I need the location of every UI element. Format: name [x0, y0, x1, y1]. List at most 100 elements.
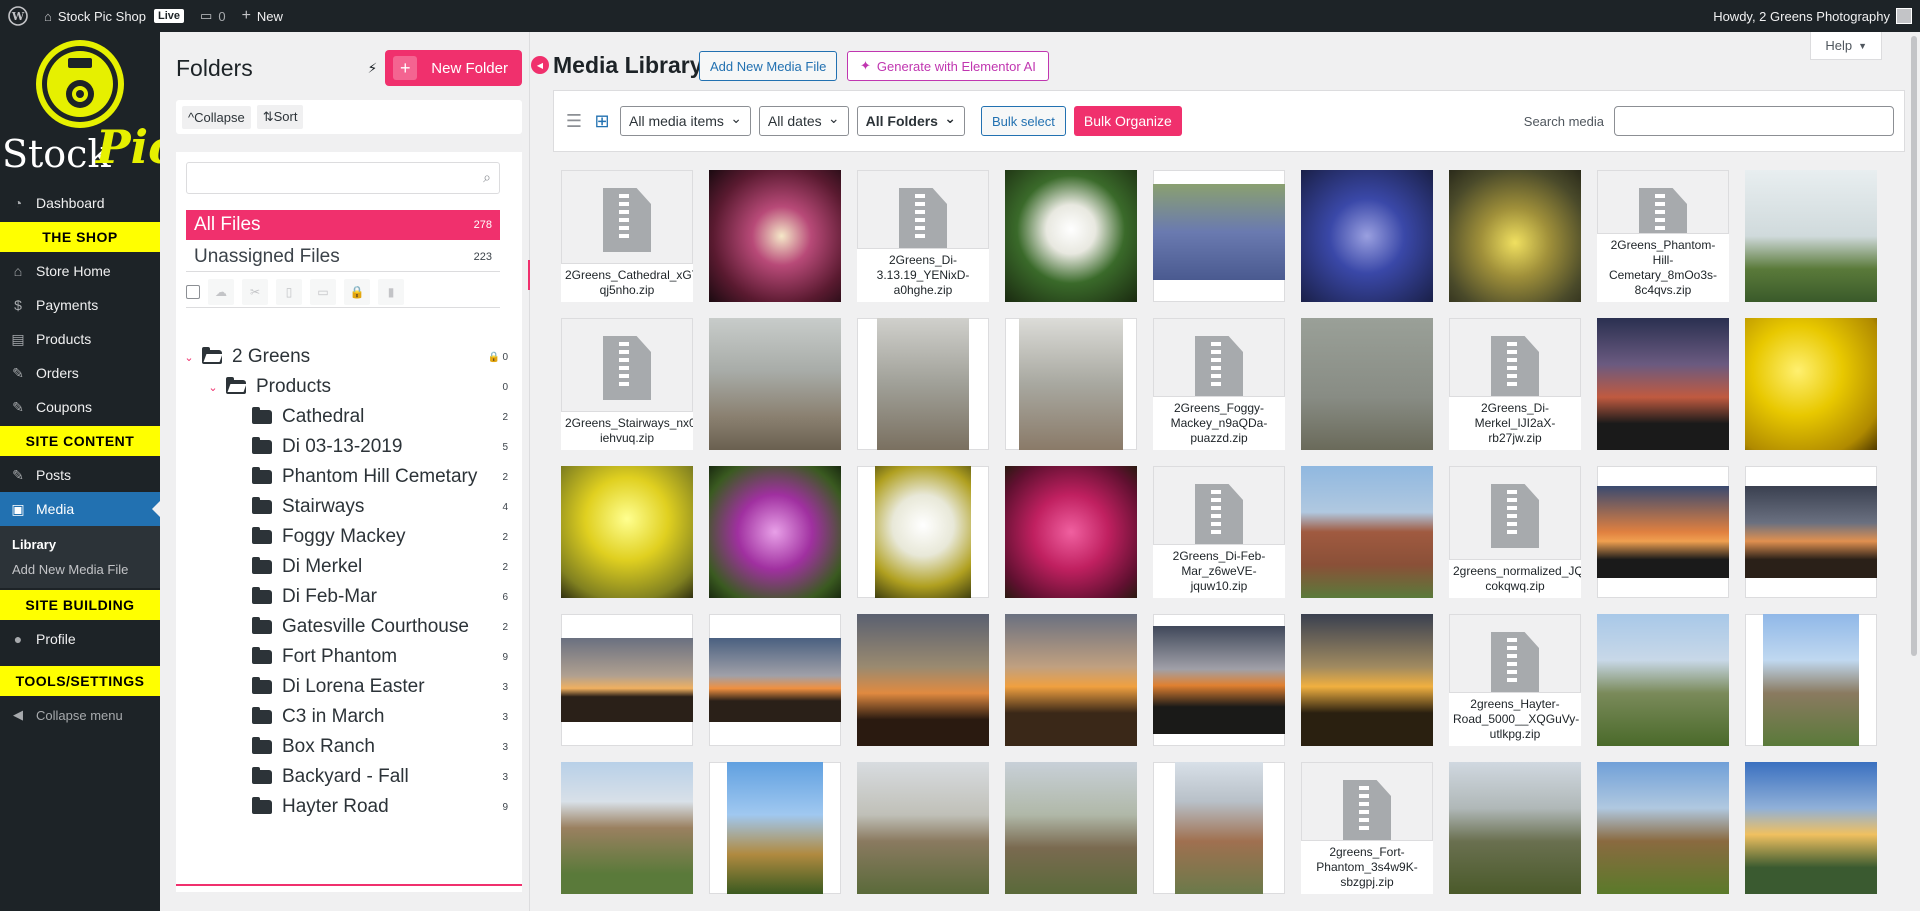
attachment-thumbnail[interactable]: [1153, 762, 1285, 894]
attachment-thumbnail[interactable]: [1153, 170, 1285, 302]
attachment-zip[interactable]: 2Greens_Di-3.13.19_YENixD-a0hghe.zip: [857, 170, 989, 302]
attachment-thumbnail[interactable]: [1597, 762, 1729, 894]
attachment-zip[interactable]: 2Greens_Stairways_nx0lnk-iehvuq.zip: [561, 318, 693, 450]
stock-pic-logo[interactable]: Stock Pic: [0, 32, 176, 178]
attachment-thumbnail[interactable]: [1597, 318, 1729, 450]
folder-item[interactable]: Foggy Mackey 2: [176, 522, 522, 552]
folder-item[interactable]: Cathedral 2: [176, 402, 522, 432]
folder-item[interactable]: Di 03-13-2019 5: [176, 432, 522, 462]
attachment-thumbnail[interactable]: [1745, 614, 1877, 746]
attachment-thumbnail[interactable]: [857, 318, 989, 450]
folder-item[interactable]: Backyard - Fall 3: [176, 762, 522, 792]
menu-products[interactable]: ▤ Products: [0, 322, 160, 356]
attachment-thumbnail[interactable]: [709, 318, 841, 450]
folder-item[interactable]: Phantom Hill Cemetary 2: [176, 462, 522, 492]
grid-view-icon[interactable]: ⊞: [592, 111, 612, 131]
attachment-thumbnail[interactable]: [1745, 762, 1877, 894]
copy-icon[interactable]: ▯: [276, 278, 302, 305]
submenu-add-new[interactable]: Add New Media File: [0, 557, 160, 582]
collapse-button[interactable]: ^Collapse: [182, 105, 251, 129]
attachment-zip[interactable]: 2Greens_Di-Merkel_IJI2aX-rb27jw.zip: [1449, 318, 1581, 450]
attachment-thumbnail[interactable]: [1449, 762, 1581, 894]
panel-resize-handle[interactable]: [528, 260, 530, 290]
select-all-checkbox[interactable]: [186, 284, 200, 299]
dates-select[interactable]: All dates: [758, 106, 849, 136]
folder-item[interactable]: Gatesville Courthouse 2: [176, 612, 522, 642]
attachment-thumbnail[interactable]: [1301, 170, 1433, 302]
folder-item[interactable]: Hayter Road 9: [176, 792, 522, 822]
search-media-input[interactable]: [1614, 106, 1894, 136]
new-folder-button[interactable]: + New Folder: [385, 50, 522, 86]
attachment-thumbnail[interactable]: [1301, 614, 1433, 746]
account-menu[interactable]: Howdy, 2 Greens Photography: [1705, 0, 1920, 32]
menu-coupons[interactable]: ✎ Coupons: [0, 390, 160, 424]
attachment-thumbnail[interactable]: [1745, 318, 1877, 450]
submenu-library[interactable]: Library: [0, 532, 160, 557]
menu-media[interactable]: ▣ Media: [0, 492, 160, 526]
new-content-link[interactable]: + New: [234, 0, 291, 32]
menu-dashboard[interactable]: ◔ Dashboard: [0, 186, 160, 220]
attachment-thumbnail[interactable]: [1005, 466, 1137, 598]
attachment-thumbnail[interactable]: [709, 614, 841, 746]
upload-cloud-icon[interactable]: ☁: [208, 278, 234, 305]
folder-item[interactable]: Stairways 4: [176, 492, 522, 522]
attachment-thumbnail[interactable]: [1449, 170, 1581, 302]
attachment-zip[interactable]: 2greens_Hayter-Road_5000__XQGuVy-utlkpg.…: [1449, 614, 1581, 746]
attachment-thumbnail[interactable]: [1005, 614, 1137, 746]
menu-payments[interactable]: $ Payments: [0, 288, 160, 322]
add-new-media-button[interactable]: Add New Media File: [699, 51, 838, 81]
comments-link[interactable]: ▭ 0: [192, 0, 234, 32]
attachment-thumbnail[interactable]: [857, 466, 989, 598]
attachment-thumbnail[interactable]: [1005, 762, 1137, 894]
lightning-icon[interactable]: ⚡: [367, 60, 377, 77]
attachment-zip[interactable]: 2greens_normalized_JQDCwU-cokqwq.zip: [1449, 466, 1581, 598]
bulk-select-button[interactable]: Bulk select: [980, 106, 1066, 136]
all-files-item[interactable]: All Files 278: [186, 210, 500, 240]
attachment-thumbnail[interactable]: [1153, 614, 1285, 746]
folder-item[interactable]: Di Lorena Easter 3: [176, 672, 522, 702]
site-name-link[interactable]: ⌂ Stock Pic Shop Live: [36, 0, 192, 32]
attachment-thumbnail[interactable]: [1005, 318, 1137, 450]
chevron-down-icon[interactable]: ⌄: [206, 381, 220, 394]
lock-icon[interactable]: 🔒: [344, 278, 370, 305]
folder-item[interactable]: C3 in March 3: [176, 702, 522, 732]
attachment-thumbnail[interactable]: [1005, 170, 1137, 302]
trash-icon[interactable]: ▮: [378, 278, 404, 305]
menu-profile[interactable]: ● Profile: [0, 622, 160, 656]
attachment-thumbnail[interactable]: [1745, 170, 1877, 302]
attachment-thumbnail[interactable]: [709, 170, 841, 302]
folder-products[interactable]: ⌄ Products 0: [176, 372, 522, 402]
folder-item[interactable]: Box Ranch 3: [176, 732, 522, 762]
attachment-thumbnail[interactable]: [857, 762, 989, 894]
attachment-thumbnail[interactable]: [561, 466, 693, 598]
menu-posts[interactable]: ✎ Posts: [0, 458, 160, 492]
bulk-organize-button[interactable]: Bulk Organize: [1073, 106, 1182, 136]
attachment-zip[interactable]: 2Greens_Foggy-Mackey_n9aQDa-puazzd.zip: [1153, 318, 1285, 450]
paste-icon[interactable]: ▭: [310, 278, 336, 305]
scrollbar-thumb[interactable]: [1911, 36, 1917, 656]
attachment-thumbnail[interactable]: [709, 466, 841, 598]
folder-2-greens[interactable]: ⌄ 2 Greens 🔒 0: [176, 342, 522, 372]
folder-item[interactable]: Di Feb-Mar 6: [176, 582, 522, 612]
media-type-select[interactable]: All media items: [620, 106, 751, 136]
cut-icon[interactable]: ✂: [242, 278, 268, 305]
folder-item[interactable]: Fort Phantom 9: [176, 642, 522, 672]
attachment-thumbnail[interactable]: [561, 614, 693, 746]
folder-item[interactable]: Di Merkel 2: [176, 552, 522, 582]
attachment-thumbnail[interactable]: [1597, 614, 1729, 746]
unassigned-files-item[interactable]: Unassigned Files 223: [186, 242, 500, 272]
attachment-thumbnail[interactable]: [1301, 466, 1433, 598]
attachment-thumbnail[interactable]: [1301, 318, 1433, 450]
sort-button[interactable]: ⇅Sort: [256, 105, 304, 129]
collapse-panel-icon[interactable]: ◀: [531, 56, 549, 74]
attachment-thumbnail[interactable]: [1597, 466, 1729, 598]
wordpress-logo-icon[interactable]: W: [0, 0, 36, 32]
attachment-thumbnail[interactable]: [709, 762, 841, 894]
menu-store-home[interactable]: ⌂ Store Home: [0, 254, 160, 288]
list-view-icon[interactable]: ☰: [564, 111, 584, 131]
generate-elementor-ai-button[interactable]: ✦ Generate with Elementor AI: [847, 51, 1049, 81]
menu-collapse[interactable]: ◀ Collapse menu: [0, 698, 160, 732]
scrollbar[interactable]: [1908, 32, 1920, 911]
attachment-zip[interactable]: 2Greens_Phantom-Hill-Cemetary_8mOo3s-8c4…: [1597, 170, 1729, 302]
chevron-down-icon[interactable]: ⌄: [182, 351, 196, 364]
